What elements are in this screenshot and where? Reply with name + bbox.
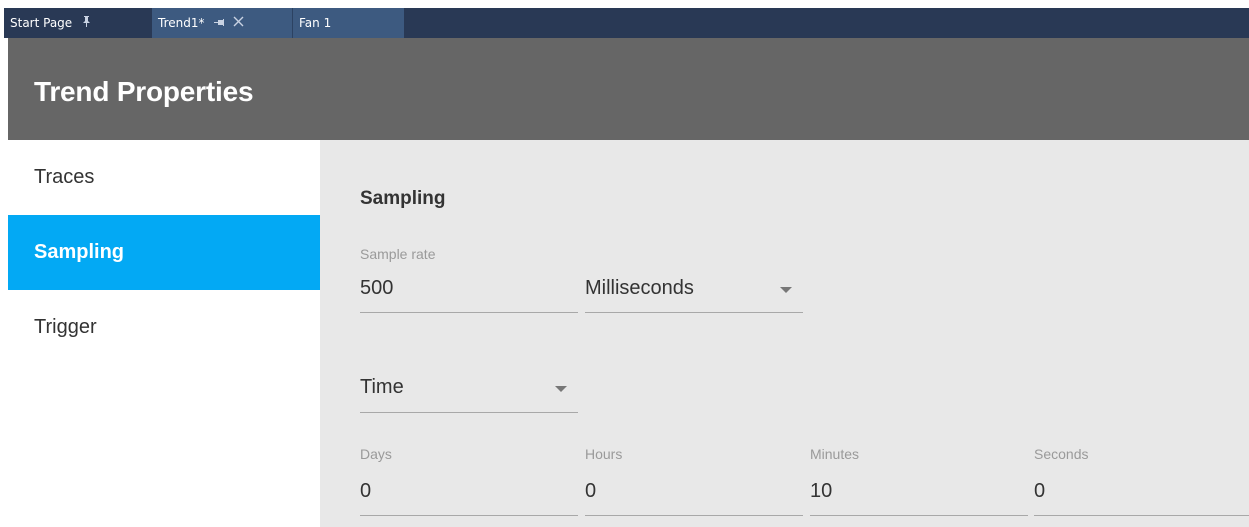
sidebar-item-sampling[interactable]: Sampling <box>8 215 320 290</box>
seconds-input[interactable]: 0 <box>1034 480 1045 503</box>
hours-underline <box>585 515 803 516</box>
sidebar-item-label: Sampling <box>34 241 125 263</box>
tab-fan-1[interactable]: Fan 1 <box>292 8 404 38</box>
dropdown-value: Time <box>360 376 404 398</box>
dropdown-value: Milliseconds <box>585 277 694 299</box>
hours-input[interactable]: 0 <box>585 480 596 503</box>
minutes-underline <box>810 515 1028 516</box>
sidebar-item-trigger[interactable]: Trigger <box>8 290 320 365</box>
sample-rate-underline <box>360 312 578 313</box>
top-strip <box>0 0 1249 8</box>
sample-rate-unit-dropdown[interactable]: Milliseconds <box>585 277 803 313</box>
days-input[interactable]: 0 <box>360 480 371 503</box>
properties-sidebar: Traces Sampling Trigger <box>8 140 320 527</box>
days-underline <box>360 515 578 516</box>
minutes-label: Minutes <box>810 446 860 462</box>
chevron-down-icon <box>555 386 567 392</box>
sampling-panel: Sampling Sample rate 500 Milliseconds Ti… <box>320 140 1249 527</box>
sample-rate-input[interactable]: 500 <box>360 277 393 300</box>
sampling-mode-dropdown[interactable]: Time <box>360 376 578 412</box>
days-label: Days <box>360 446 392 462</box>
pin-icon[interactable] <box>214 17 225 30</box>
tab-trend1[interactable]: Trend1* <box>152 8 292 38</box>
tab-label: Fan 1 <box>299 16 332 30</box>
seconds-underline <box>1034 515 1249 516</box>
sidebar-item-label: Traces <box>34 166 95 188</box>
sidebar-item-traces[interactable]: Traces <box>8 140 320 215</box>
hours-label: Hours <box>585 446 623 462</box>
chevron-down-icon <box>780 287 792 293</box>
mode-underline <box>360 412 578 413</box>
close-icon[interactable] <box>233 15 244 31</box>
sample-rate-label: Sample rate <box>360 246 436 262</box>
tab-start-page[interactable]: Start Page <box>4 8 152 38</box>
page-header: Trend Properties <box>8 38 1249 140</box>
seconds-label: Seconds <box>1034 446 1089 462</box>
section-title: Sampling <box>360 188 446 209</box>
page-title: Trend Properties <box>34 76 254 107</box>
unit-underline <box>585 312 803 313</box>
tab-label: Trend1* <box>158 16 205 30</box>
document-tab-bar: Start Page Trend1* Fan 1 <box>4 8 1249 38</box>
sidebar-item-label: Trigger <box>34 316 97 338</box>
minutes-input[interactable]: 10 <box>810 480 832 503</box>
tab-label: Start Page <box>10 16 73 30</box>
pin-icon[interactable] <box>82 16 91 30</box>
